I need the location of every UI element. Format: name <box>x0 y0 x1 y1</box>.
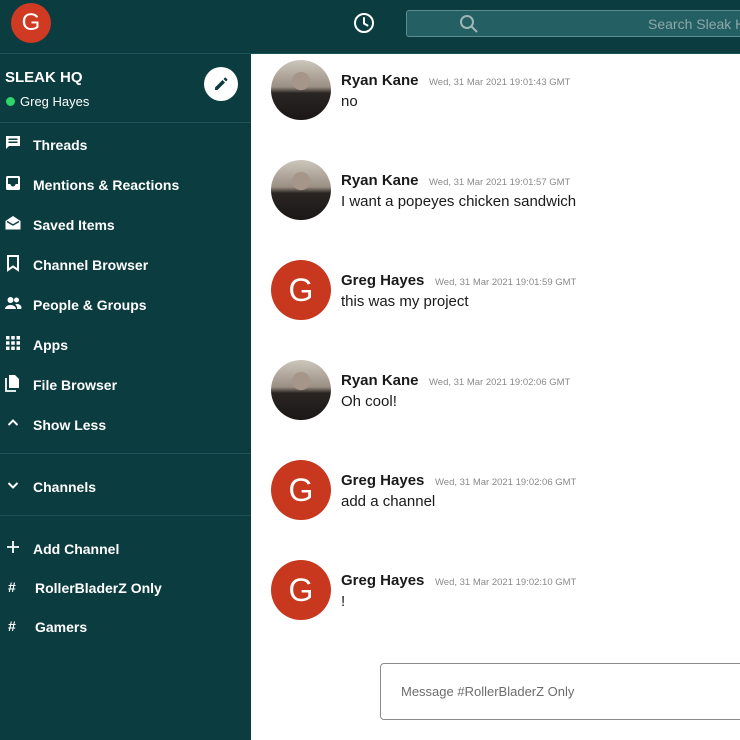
message-timestamp: Wed, 31 Mar 2021 19:01:59 GMT <box>435 277 577 288</box>
history-icon[interactable] <box>353 12 375 34</box>
presence-dot-icon <box>6 97 15 106</box>
message-timestamp: Wed, 31 Mar 2021 19:02:06 GMT <box>435 477 577 488</box>
message-text: Oh cool! <box>341 393 397 410</box>
search-box[interactable] <box>406 10 740 37</box>
message-timestamp: Wed, 31 Mar 2021 19:01:57 GMT <box>429 177 571 188</box>
message-timestamp: Wed, 31 Mar 2021 19:02:10 GMT <box>435 577 577 588</box>
people-icon <box>4 294 22 312</box>
sidebar-item-label: Threads <box>33 137 88 153</box>
message-text: ! <box>341 593 346 610</box>
sidebar-item-file-browser[interactable]: File Browser <box>0 369 251 399</box>
sidebar-item-label: Apps <box>33 337 68 353</box>
message-timestamp: Wed, 31 Mar 2021 19:01:43 GMT <box>429 77 571 88</box>
sidebar-item-channel-browser[interactable]: Channel Browser <box>0 249 251 279</box>
sidebar-item-label: Mentions & Reactions <box>33 177 180 193</box>
message-timestamp: Wed, 31 Mar 2021 19:02:06 GMT <box>429 377 571 388</box>
sidebar-item-label: Saved Items <box>33 217 115 233</box>
message-item: Ryan Kane Wed, 31 Mar 2021 19:01:43 GMT … <box>251 54 740 124</box>
threads-icon <box>4 134 22 152</box>
sidebar-item-threads[interactable]: Threads <box>0 129 251 159</box>
search-input[interactable] <box>407 11 740 36</box>
sidebar-item-mentions[interactable]: Mentions & Reactions <box>0 169 251 199</box>
message-item: G Greg Hayes Wed, 31 Mar 2021 19:02:10 G… <box>251 554 740 624</box>
message-author[interactable]: Ryan Kane <box>341 72 419 89</box>
message-item: Ryan Kane Wed, 31 Mar 2021 19:02:06 GMT … <box>251 354 740 424</box>
channels-header: Channels <box>33 479 97 495</box>
message-author[interactable]: Ryan Kane <box>341 172 419 189</box>
inbox-icon <box>4 174 22 192</box>
message-author[interactable]: Ryan Kane <box>341 372 419 389</box>
avatar[interactable]: G <box>271 460 331 520</box>
apps-grid-icon <box>4 334 22 352</box>
divider <box>0 453 251 454</box>
hash-icon: # <box>8 618 16 634</box>
sidebar: SLEAK HQ Greg Hayes Threads Mentions & R… <box>0 54 251 740</box>
message-author[interactable]: Greg Hayes <box>341 572 424 589</box>
pencil-icon <box>215 77 228 90</box>
add-channel-label: Add Channel <box>33 541 120 557</box>
current-user-status: Greg Hayes <box>6 94 89 109</box>
channels-section-toggle[interactable]: Channels <box>0 471 251 501</box>
message-input[interactable] <box>381 664 740 719</box>
current-user-name: Greg Hayes <box>20 94 90 109</box>
message-composer[interactable] <box>380 663 740 720</box>
sidebar-item-label: People & Groups <box>33 297 147 313</box>
workspace-name[interactable]: SLEAK HQ <box>5 69 83 86</box>
hash-icon: # <box>8 579 16 595</box>
message-text: add a channel <box>341 493 436 510</box>
sidebar-item-label: File Browser <box>33 377 118 393</box>
message-pane: Ryan Kane Wed, 31 Mar 2021 19:01:43 GMT … <box>251 54 740 740</box>
sidebar-item-saved[interactable]: Saved Items <box>0 209 251 239</box>
sidebar-item-label: Show Less <box>33 417 107 433</box>
sidebar-item-label: Channel Browser <box>33 257 149 273</box>
workspace-header: SLEAK HQ Greg Hayes <box>0 54 251 123</box>
add-channel-button[interactable]: Add Channel <box>0 533 251 563</box>
message-author[interactable]: Greg Hayes <box>341 472 424 489</box>
top-bar: G <box>0 0 740 54</box>
user-avatar[interactable]: G <box>11 3 51 43</box>
compose-button[interactable] <box>204 67 238 101</box>
channel-name: RollerBladerZ Only <box>35 580 162 596</box>
message-text: no <box>341 93 358 110</box>
plus-icon <box>4 538 22 556</box>
sidebar-item-people[interactable]: People & Groups <box>0 289 251 319</box>
chevron-up-icon <box>4 414 22 432</box>
avatar[interactable]: G <box>271 260 331 320</box>
sidebar-item-show-less[interactable]: Show Less <box>0 409 251 439</box>
divider <box>0 515 251 516</box>
avatar-photo[interactable] <box>271 60 331 120</box>
file-copy-icon <box>4 374 22 392</box>
avatar-photo[interactable] <box>271 160 331 220</box>
message-text: I want a popeyes chicken sandwich <box>341 193 577 210</box>
channel-item-rollerbladerz[interactable]: # RollerBladerZ Only <box>0 572 251 602</box>
message-item: G Greg Hayes Wed, 31 Mar 2021 19:02:06 G… <box>251 454 740 524</box>
bookmark-icon <box>4 254 22 272</box>
channel-name: Gamers <box>35 619 88 635</box>
message-author[interactable]: Greg Hayes <box>341 272 424 289</box>
message-item: Ryan Kane Wed, 31 Mar 2021 19:01:57 GMT … <box>251 154 740 224</box>
avatar-photo[interactable] <box>271 360 331 420</box>
message-item: G Greg Hayes Wed, 31 Mar 2021 19:01:59 G… <box>251 254 740 324</box>
avatar[interactable]: G <box>271 560 331 620</box>
drafts-icon <box>4 214 22 232</box>
channel-item-gamers[interactable]: # Gamers <box>0 611 251 641</box>
chevron-down-icon <box>4 476 22 494</box>
sidebar-item-apps[interactable]: Apps <box>0 329 251 359</box>
message-text: this was my project <box>341 293 469 310</box>
